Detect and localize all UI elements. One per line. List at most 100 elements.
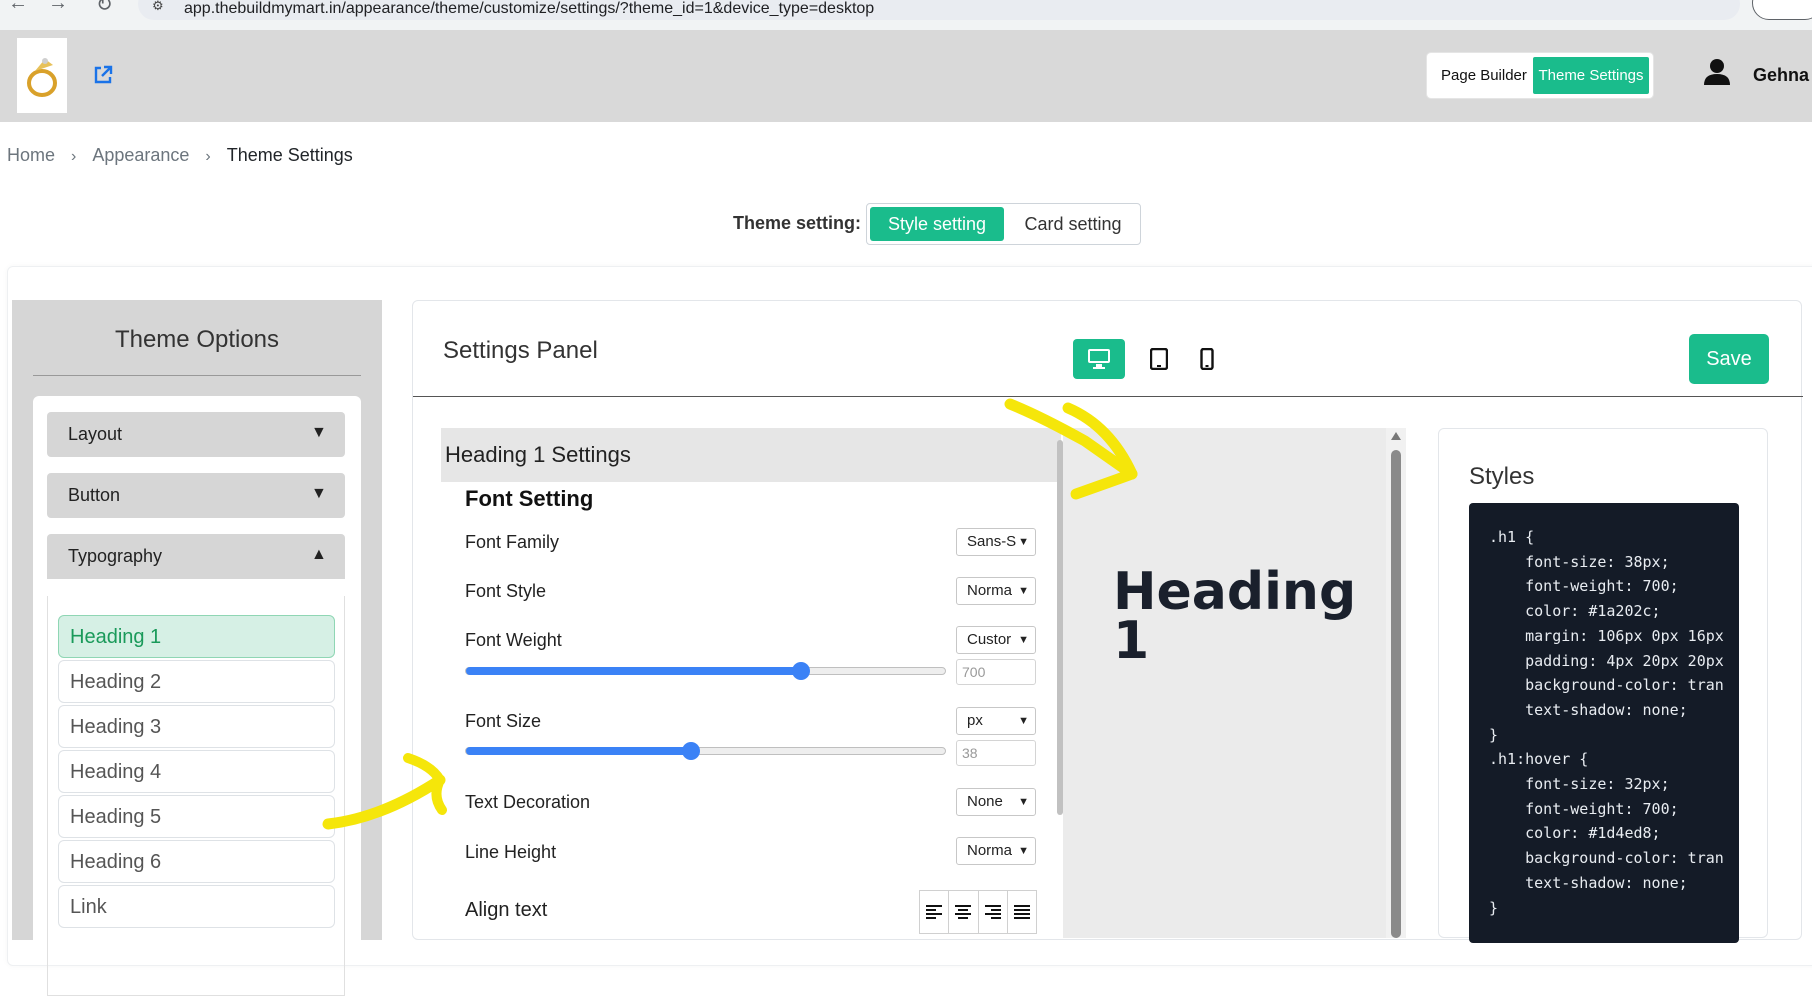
theme-options-sidebar: Theme Options Layout ▼ Button ▼ Typograp… (12, 300, 382, 996)
chevron-down-icon: ▼ (1018, 845, 1029, 857)
breadcrumb-appearance[interactable]: Appearance (92, 145, 189, 166)
align-justify-button[interactable] (1008, 891, 1036, 933)
line-height-label: Line Height (465, 842, 557, 862)
page-builder-button[interactable]: Page Builder (1435, 60, 1533, 92)
external-link-icon[interactable] (92, 64, 114, 86)
heading-settings-title: Heading 1 Settings (441, 428, 1061, 482)
app-header: Page Builder Theme Settings Gehna (0, 30, 1812, 122)
font-size-slider[interactable] (465, 742, 946, 760)
logo[interactable] (17, 38, 67, 113)
font-size-input[interactable]: 38 (956, 740, 1036, 766)
font-family-value: Sans-S (967, 533, 1017, 550)
ring-logo-icon (27, 57, 57, 97)
back-icon[interactable]: ← (8, 0, 28, 15)
font-family-label: Font Family (465, 532, 560, 552)
align-text-label: Align text (465, 899, 548, 921)
text-decoration-select[interactable]: None ▼ (956, 788, 1036, 816)
forward-icon[interactable]: → (48, 0, 68, 15)
accordion-layout[interactable]: Layout ▼ (47, 412, 345, 457)
heading-settings: Heading 1 Settings Font Setting Font Fam… (441, 428, 1061, 938)
breadcrumb-home[interactable]: Home (7, 145, 55, 166)
user-name[interactable]: Gehna (1753, 65, 1809, 86)
chevron-down-icon: ▼ (1018, 585, 1029, 597)
align-right-icon (984, 905, 1001, 919)
mode-switch: Page Builder Theme Settings (1427, 53, 1653, 98)
font-weight-input[interactable]: 700 (956, 659, 1036, 685)
scroll-up-icon[interactable] (1391, 432, 1401, 440)
slider-thumb[interactable] (792, 662, 811, 680)
styles-card: Styles .h1 { font-size: 38px; font-weigh… (1438, 428, 1768, 943)
chevron-down-icon: ▼ (1018, 796, 1029, 808)
align-text-group (919, 890, 1037, 934)
slider-thumb[interactable] (682, 742, 701, 760)
style-setting-button[interactable]: Style setting (870, 207, 1004, 241)
font-size-unit-select[interactable]: px ▼ (956, 707, 1036, 735)
align-center-button[interactable] (949, 891, 979, 933)
line-height-select[interactable]: Norma ▼ (956, 837, 1036, 865)
font-setting-title: Font Setting (465, 486, 594, 511)
preview-scrollbar[interactable] (1386, 428, 1406, 938)
scroll-thumb[interactable] (1391, 450, 1401, 938)
profile-button[interactable] (1752, 0, 1812, 20)
list-item-heading-3[interactable]: Heading 3 (58, 705, 335, 748)
url-text: app.thebuildmymart.in/appearance/theme/c… (184, 0, 875, 17)
desktop-view-button[interactable] (1073, 339, 1125, 379)
chevron-right-icon: › (205, 148, 211, 165)
site-info-icon[interactable]: ⚙ (152, 0, 164, 14)
mobile-icon (1200, 348, 1214, 370)
panel-title: Settings Panel (443, 337, 598, 364)
styles-title: Styles (1469, 463, 1535, 490)
preview-heading: Heading 1 (1113, 562, 1357, 672)
address-bar[interactable]: ⚙ app.thebuildmymart.in/appearance/theme… (138, 0, 1740, 20)
mobile-view-button[interactable] (1187, 339, 1227, 379)
line-height-value: Norma (967, 842, 1013, 859)
font-style-select[interactable]: Norma ▼ (956, 577, 1036, 605)
chevron-down-icon: ▼ (1018, 536, 1029, 548)
align-center-icon (955, 905, 972, 919)
align-justify-icon (1013, 905, 1030, 919)
font-weight-select[interactable]: Custor ▼ (956, 626, 1036, 654)
text-decoration-label: Text Decoration (465, 792, 591, 812)
chevron-down-icon: ▼ (1018, 715, 1029, 727)
list-item-heading-1[interactable]: Heading 1 (58, 615, 335, 658)
preview-area: Heading 1 (1063, 428, 1406, 938)
list-item-heading-6[interactable]: Heading 6 (58, 840, 335, 883)
font-weight-slider[interactable] (465, 662, 946, 680)
list-item-heading-5[interactable]: Heading 5 (58, 795, 335, 838)
theme-settings-button[interactable]: Theme Settings (1533, 57, 1649, 94)
breadcrumb: Home › Appearance › Theme Settings (7, 145, 353, 166)
tablet-view-button[interactable] (1139, 339, 1179, 379)
font-style-label: Font Style (465, 581, 547, 601)
browser-toolbar: ← → ↻ ⚙ app.thebuildmymart.in/appearance… (0, 0, 1812, 30)
list-item-heading-4[interactable]: Heading 4 (58, 750, 335, 793)
tablet-icon (1150, 348, 1168, 370)
options-card: Layout ▼ Button ▼ Typography ▲ Heading 1… (33, 396, 361, 996)
card-setting-button[interactable]: Card setting (1007, 207, 1139, 241)
font-weight-label: Font Weight (465, 630, 562, 650)
slider-fill (466, 747, 692, 755)
accordion-button[interactable]: Button ▼ (47, 473, 345, 518)
desktop-icon (1088, 349, 1110, 369)
text-decoration-value: None (967, 793, 1003, 810)
align-right-button[interactable] (979, 891, 1008, 933)
reload-icon[interactable]: ↻ (96, 0, 113, 17)
align-left-button[interactable] (920, 891, 950, 933)
list-item-heading-2[interactable]: Heading 2 (58, 660, 335, 703)
accordion-label: Button (68, 485, 121, 505)
user-icon[interactable] (1703, 58, 1731, 86)
align-left-icon (926, 905, 943, 919)
list-item-link[interactable]: Link (58, 885, 335, 928)
typography-list: Heading 1 Heading 2 Heading 3 Heading 4 … (47, 596, 345, 996)
font-family-select[interactable]: Sans-S ▼ (956, 528, 1036, 556)
caret-down-icon: ▼ (311, 485, 327, 502)
accordion-typography[interactable]: Typography ▲ (47, 534, 345, 579)
caret-up-icon: ▲ (311, 546, 327, 563)
theme-setting-label: Theme setting: (733, 213, 862, 233)
font-size-label: Font Size (465, 711, 542, 731)
sidebar-title: Theme Options (114, 326, 280, 353)
chevron-right-icon: › (71, 148, 77, 165)
font-style-value: Norma (967, 582, 1013, 599)
caret-down-icon: ▼ (311, 424, 327, 441)
save-button[interactable]: Save (1689, 334, 1769, 384)
slider-fill (466, 667, 802, 675)
